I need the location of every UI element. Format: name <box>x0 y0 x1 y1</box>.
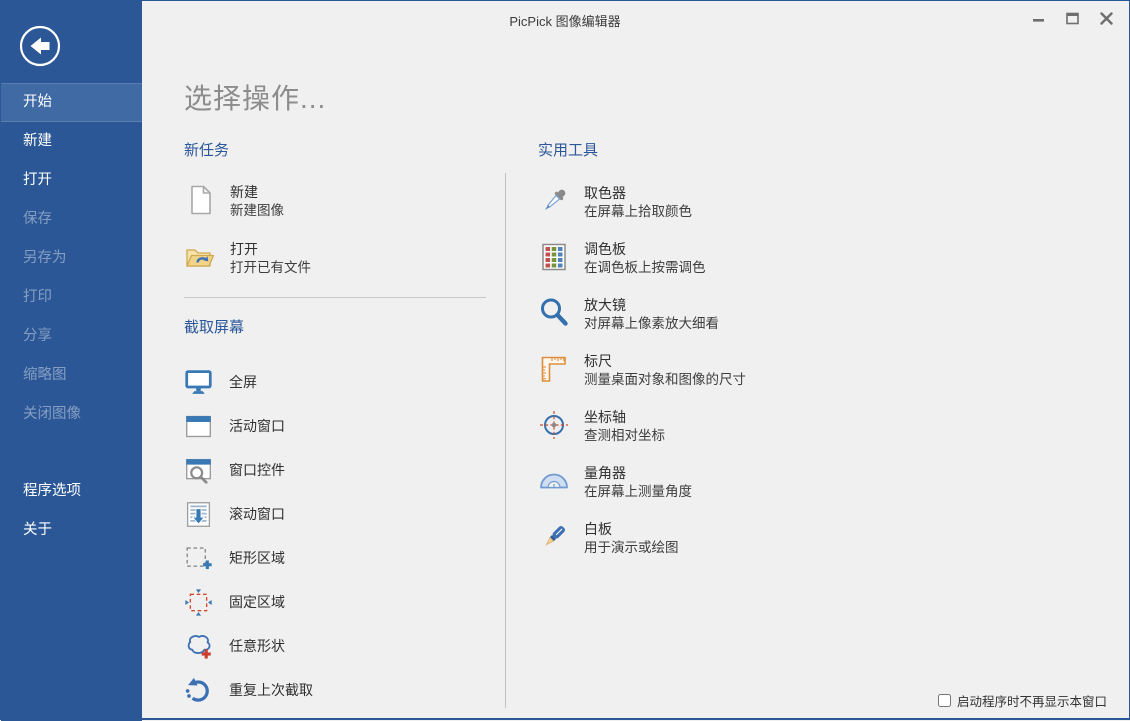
sidebar-nav: 开始 新建 打开 保存 另存为 打印 分享 缩略图 关闭图像 程序选项 关于 <box>1 83 142 550</box>
list-item-window-control[interactable]: 窗口控件 <box>184 448 486 492</box>
maximize-button[interactable] <box>1055 5 1089 31</box>
list-item-fixed-area[interactable]: 固定区域 <box>184 580 486 624</box>
item-desc: 在屏幕上测量角度 <box>584 482 692 501</box>
sidebar-item-save: 保存 <box>1 200 142 239</box>
right-column: 实用工具 取色器 在屏幕上拾取颜色 <box>538 139 878 576</box>
startup-option: 启动程序时不再显示本窗口 <box>938 691 1107 710</box>
color-picker-icon <box>538 185 570 217</box>
list-item-open[interactable]: 打开 打开已有文件 <box>184 240 486 277</box>
sidebar-item-close-image: 关闭图像 <box>1 395 142 434</box>
sidebar-item-start[interactable]: 开始 <box>1 83 142 122</box>
maximize-icon <box>1066 12 1079 25</box>
item-title: 取色器 <box>584 184 692 202</box>
list-item-color-picker[interactable]: 取色器 在屏幕上拾取颜色 <box>538 184 878 221</box>
back-icon <box>18 24 62 68</box>
sidebar: 开始 新建 打开 保存 另存为 打印 分享 缩略图 关闭图像 程序选项 关于 <box>1 1 142 721</box>
fullscreen-icon <box>184 368 213 397</box>
item-title: 放大镜 <box>584 296 719 314</box>
window-control-icon <box>184 456 213 485</box>
item-title: 标尺 <box>584 352 746 370</box>
list-item-fullscreen[interactable]: 全屏 <box>184 360 486 404</box>
protractor-icon <box>538 465 570 497</box>
fixed-area-icon <box>184 588 213 617</box>
item-desc: 在屏幕上拾取颜色 <box>584 202 692 221</box>
item-desc: 查测相对坐标 <box>584 426 665 445</box>
list-item-ruler[interactable]: 标尺 测量桌面对象和图像的尺寸 <box>538 352 878 389</box>
section-title-tools: 实用工具 <box>538 139 878 159</box>
item-desc: 测量桌面对象和图像的尺寸 <box>584 370 746 389</box>
magnifier-icon <box>538 297 570 329</box>
sidebar-spacer <box>1 434 142 472</box>
new-document-icon <box>184 184 216 216</box>
left-column: 新任务 新建 新建图像 打开 打开已有文件 截取屏幕 <box>184 139 486 712</box>
item-title: 固定区域 <box>229 592 285 612</box>
item-desc: 在调色板上按需调色 <box>584 258 706 277</box>
item-title: 全屏 <box>229 372 257 392</box>
list-item-rectangle-area[interactable]: 矩形区域 <box>184 536 486 580</box>
item-title: 重复上次截取 <box>229 680 313 700</box>
list-item-color-palette[interactable]: 调色板 在调色板上按需调色 <box>538 240 878 277</box>
sidebar-item-program-options[interactable]: 程序选项 <box>1 472 142 511</box>
minimize-button[interactable] <box>1021 5 1055 31</box>
hide-on-startup-checkbox[interactable] <box>938 694 951 707</box>
capture-list: 全屏 活动窗口 窗口控件 <box>184 360 486 712</box>
item-title: 白板 <box>584 520 679 538</box>
sidebar-item-print: 打印 <box>1 278 142 317</box>
repeat-capture-icon <box>184 676 213 705</box>
item-title: 任意形状 <box>229 636 285 656</box>
list-item-magnifier[interactable]: 放大镜 对屏幕上像素放大细看 <box>538 296 878 333</box>
crosshair-icon <box>538 409 570 441</box>
item-title: 调色板 <box>584 240 706 258</box>
close-icon <box>1100 12 1113 25</box>
list-item-active-window[interactable]: 活动窗口 <box>184 404 486 448</box>
window-title: PicPick 图像编辑器 <box>1 11 1129 30</box>
open-folder-icon <box>184 241 216 273</box>
list-item-scrolling-window[interactable]: 滚动窗口 <box>184 492 486 536</box>
section-title-screen-capture: 截取屏幕 <box>184 316 486 336</box>
list-item-whiteboard[interactable]: 白板 用于演示或绘图 <box>538 520 878 557</box>
item-title: 量角器 <box>584 464 692 482</box>
ruler-icon <box>538 353 570 385</box>
rectangle-area-icon <box>184 544 213 573</box>
list-item-freeform[interactable]: 任意形状 <box>184 624 486 668</box>
whiteboard-icon <box>538 521 570 553</box>
minimize-icon <box>1033 12 1044 25</box>
item-title: 窗口控件 <box>229 460 285 480</box>
item-title: 滚动窗口 <box>229 504 285 524</box>
item-title: 打开 <box>230 240 311 258</box>
item-title: 矩形区域 <box>229 548 285 568</box>
item-title: 新建 <box>230 183 284 201</box>
window-controls <box>1021 5 1123 31</box>
list-item-new[interactable]: 新建 新建图像 <box>184 183 486 220</box>
item-desc: 打开已有文件 <box>230 258 311 277</box>
scrolling-window-icon <box>184 500 213 529</box>
sidebar-item-save-as: 另存为 <box>1 239 142 278</box>
sidebar-item-about[interactable]: 关于 <box>1 511 142 550</box>
column-divider <box>505 173 506 708</box>
section-divider <box>184 297 486 298</box>
list-item-crosshair[interactable]: 坐标轴 查测相对坐标 <box>538 408 878 445</box>
sidebar-item-open[interactable]: 打开 <box>1 161 142 200</box>
item-desc: 新建图像 <box>230 201 284 220</box>
item-title: 活动窗口 <box>229 416 285 436</box>
list-item-repeat-last-capture[interactable]: 重复上次截取 <box>184 668 486 712</box>
sidebar-item-thumbnail: 缩略图 <box>1 356 142 395</box>
close-button[interactable] <box>1089 5 1123 31</box>
item-title: 坐标轴 <box>584 408 665 426</box>
hide-on-startup-label[interactable]: 启动程序时不再显示本窗口 <box>957 691 1107 710</box>
back-button[interactable] <box>18 24 62 68</box>
section-title-new-task: 新任务 <box>184 139 486 159</box>
freeform-icon <box>184 632 213 661</box>
color-palette-icon <box>538 241 570 273</box>
sidebar-item-share: 分享 <box>1 317 142 356</box>
item-desc: 用于演示或绘图 <box>584 538 679 557</box>
item-desc: 对屏幕上像素放大细看 <box>584 314 719 333</box>
page-title: 选择操作... <box>184 77 326 117</box>
list-item-protractor[interactable]: 量角器 在屏幕上测量角度 <box>538 464 878 501</box>
active-window-icon <box>184 412 213 441</box>
sidebar-item-new[interactable]: 新建 <box>1 122 142 161</box>
